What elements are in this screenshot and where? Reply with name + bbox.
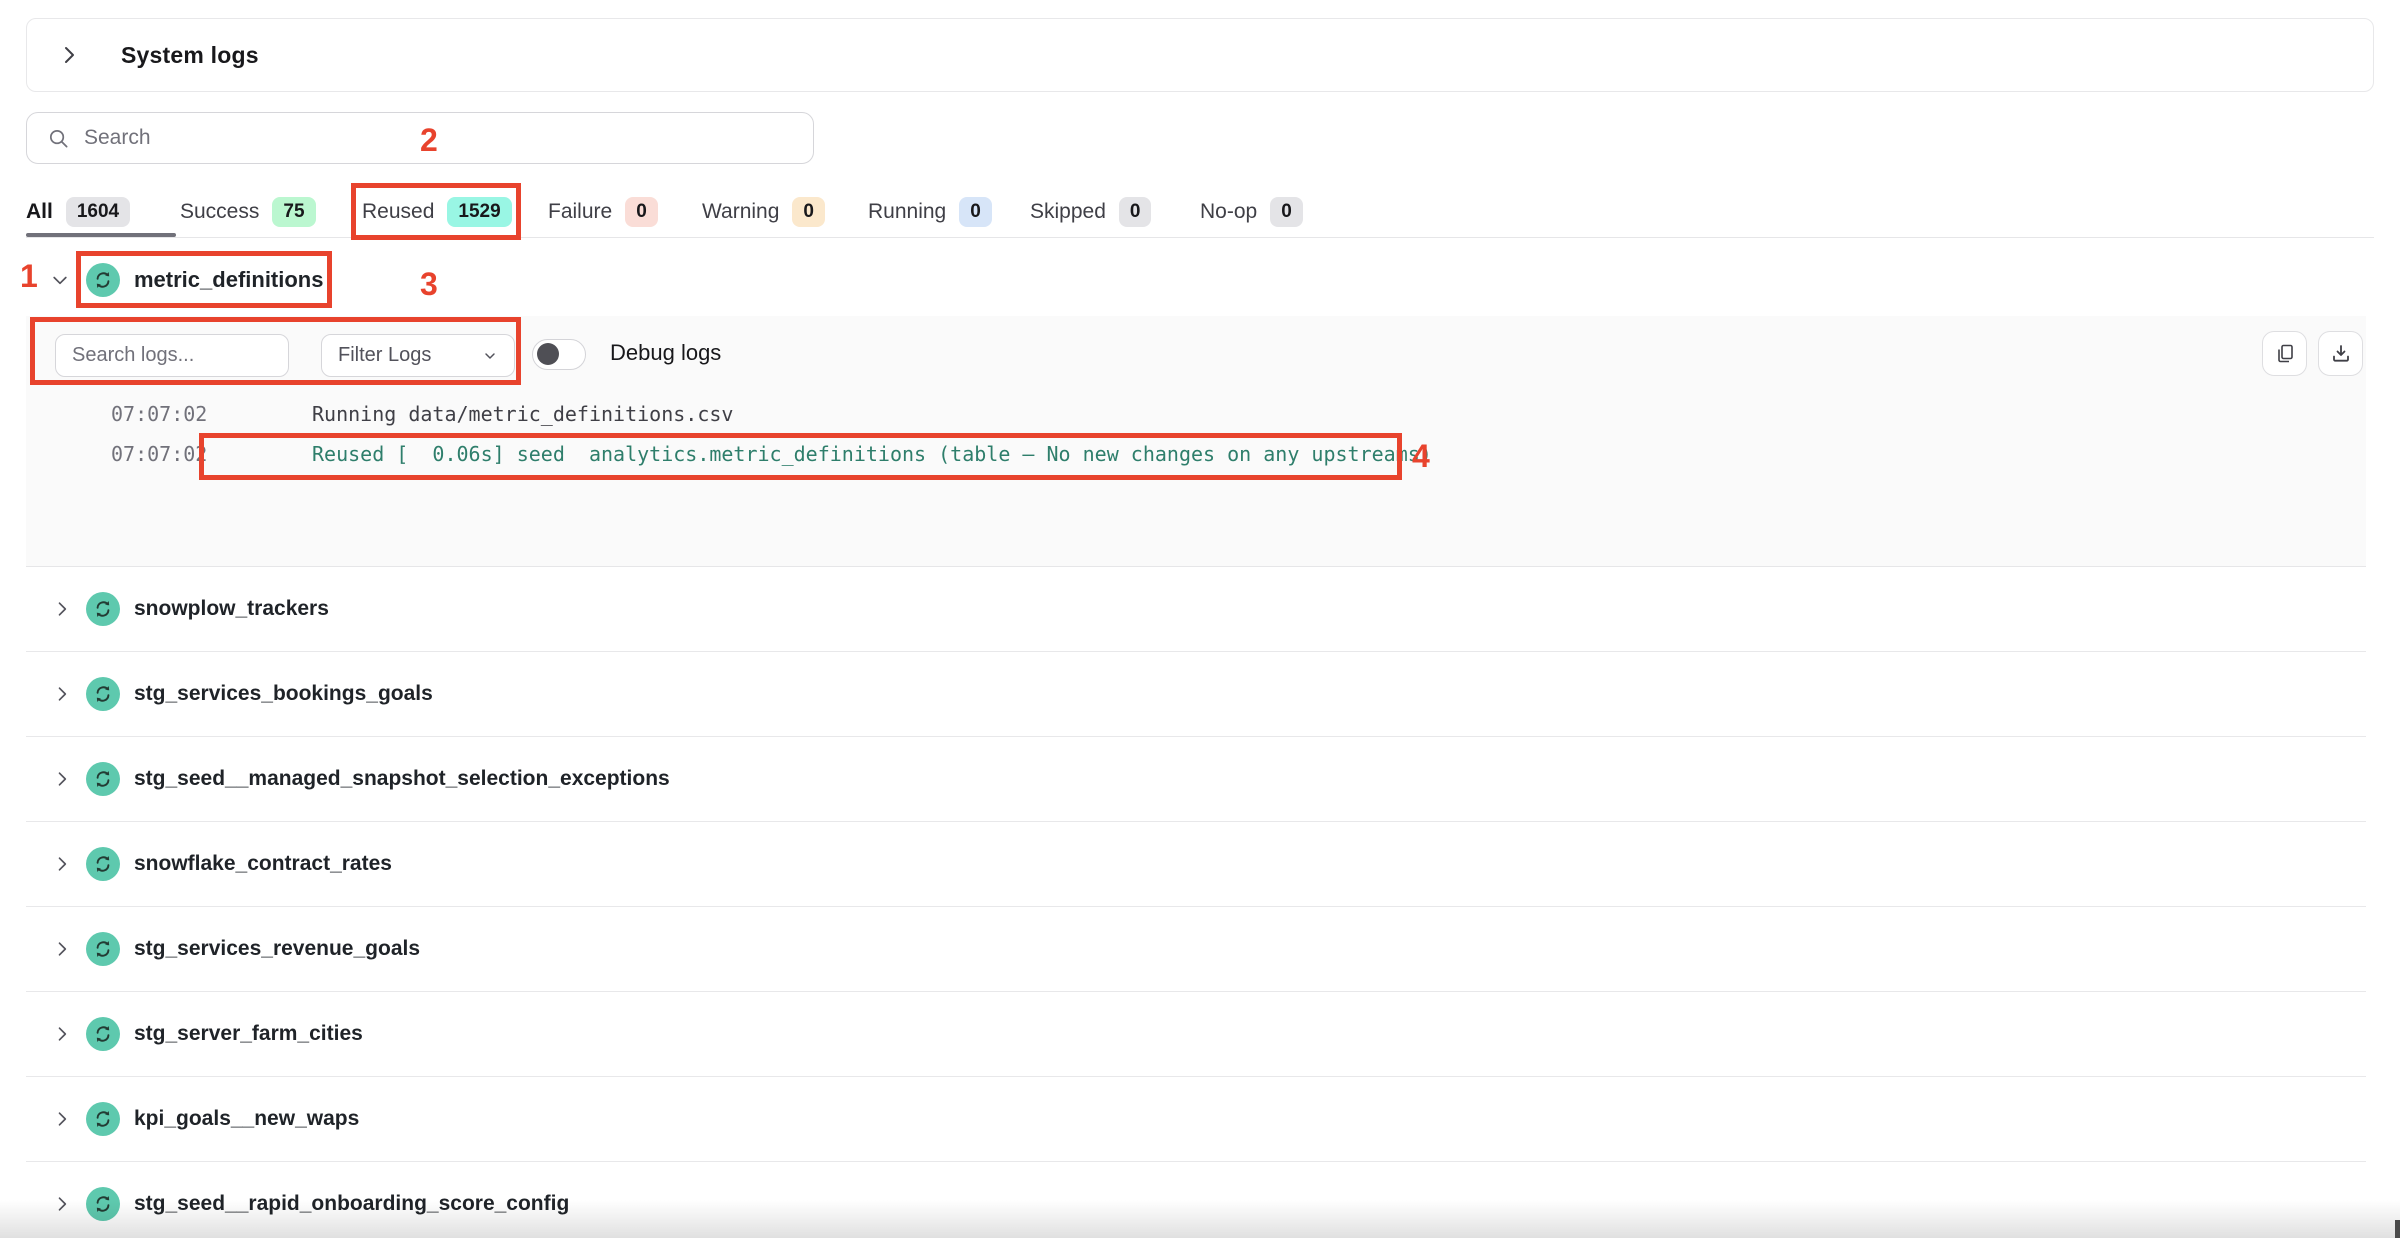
tab-label: Running [868,200,946,224]
download-logs-button[interactable] [2318,331,2363,376]
corner-mark [2395,1220,2400,1238]
reused-refresh-icon [86,1187,120,1221]
tab-count-badge: 1604 [66,197,130,227]
tab-skipped[interactable]: Skipped 0 [1030,186,1151,237]
tab-label: Success [180,200,259,224]
tab-failure[interactable]: Failure 0 [548,186,658,237]
tab-count-badge: 0 [1270,197,1303,227]
chevron-down-icon [482,348,498,364]
node-name: stg_seed__rapid_onboarding_score_config [134,1192,569,1216]
chevron-right-icon [52,769,72,789]
node-row-snowplow_trackers[interactable]: snowplow_trackers [26,567,2366,652]
node-name: metric_definitions [134,267,323,293]
tab-count-badge: 0 [1119,197,1152,227]
log-timestamp: 07:07:02 [111,442,207,466]
tab-count-badge: 0 [792,197,825,227]
reused-refresh-icon [86,762,120,796]
tab-running[interactable]: Running 0 [868,186,992,237]
node-name: stg_services_bookings_goals [134,682,433,706]
chevron-right-icon [52,1109,72,1129]
log-timestamp: 07:07:02 [111,402,207,426]
node-list: snowplow_trackers stg_services_bookings_… [26,567,2366,1238]
chevron-right-icon [52,684,72,704]
tab-label: All [26,200,53,224]
page-title: System logs [121,42,259,69]
toggle-knob [537,343,559,365]
node-row-stg_seed__managed_snapshot_selection_exceptions[interactable]: stg_seed__managed_snapshot_selection_exc… [26,737,2366,822]
tab-label: Warning [702,200,779,224]
chevron-right-icon [52,1024,72,1044]
node-row-snowflake_contract_rates[interactable]: snowflake_contract_rates [26,822,2366,907]
tab-warning[interactable]: Warning 0 [702,186,825,237]
node-row-stg_server_farm_cities[interactable]: stg_server_farm_cities [26,992,2366,1077]
filter-logs-select[interactable]: Filter Logs [321,334,515,377]
tab-reused[interactable]: Reused 1529 [362,186,512,237]
tab-count-badge: 75 [272,197,315,227]
tab-label: No-op [1200,200,1257,224]
chevron-right-icon [52,1194,72,1214]
log-message: Running data/metric_definitions.csv [312,402,733,426]
tab-all[interactable]: All 1604 [26,186,130,237]
filter-logs-label: Filter Logs [338,344,431,367]
tab-no-op[interactable]: No-op 0 [1200,186,1303,237]
node-row-kpi_goals__new_waps[interactable]: kpi_goals__new_waps [26,1077,2366,1162]
node-row-metric-definitions[interactable]: metric_definitions [26,250,2366,310]
debug-logs-toggle[interactable] [532,339,586,370]
node-name: stg_services_revenue_goals [134,937,420,961]
chevron-down-icon [50,270,70,290]
tab-count-badge: 1529 [447,197,511,227]
copy-icon [2273,342,2297,366]
reused-refresh-icon [86,592,120,626]
status-tabs: All 1604 Success 75 Reused 1529 Failure … [26,186,2374,238]
chevron-right-icon [52,599,72,619]
reused-refresh-icon [86,932,120,966]
reused-refresh-icon [86,847,120,881]
node-name: snowflake_contract_rates [134,852,392,876]
copy-logs-button[interactable] [2262,331,2307,376]
tab-success[interactable]: Success 75 [180,186,316,237]
tab-count-badge: 0 [625,197,658,227]
search-icon [47,127,70,150]
reused-refresh-icon [86,263,120,297]
chevron-right-icon [52,939,72,959]
log-panel: Filter Logs Debug logs 07:07:02 Running … [26,316,2366,567]
node-row-stg_seed__rapid_onboarding_score_config[interactable]: stg_seed__rapid_onboarding_score_config [26,1162,2366,1238]
node-name: stg_seed__managed_snapshot_selection_exc… [134,767,670,791]
reused-refresh-icon [86,677,120,711]
log-message: Reused [ 0.06s] seed analytics.metric_de… [312,442,1432,466]
search-input[interactable] [84,126,793,150]
tab-label: Failure [548,200,612,224]
log-search-input[interactable] [55,334,289,377]
reused-refresh-icon [86,1102,120,1136]
tab-label: Reused [362,200,434,224]
download-icon [2329,342,2353,366]
node-name: snowplow_trackers [134,597,329,621]
tab-count-badge: 0 [959,197,992,227]
node-name: stg_server_farm_cities [134,1022,363,1046]
node-row-stg_services_revenue_goals[interactable]: stg_services_revenue_goals [26,907,2366,992]
node-row-stg_services_bookings_goals[interactable]: stg_services_bookings_goals [26,652,2366,737]
node-name: kpi_goals__new_waps [134,1107,359,1131]
debug-logs-label: Debug logs [610,340,721,366]
global-search [26,112,814,164]
chevron-right-icon [52,854,72,874]
reused-refresh-icon [86,1017,120,1051]
tab-label: Skipped [1030,200,1106,224]
chevron-right-icon [57,43,81,67]
system-logs-header[interactable]: System logs [26,18,2374,92]
